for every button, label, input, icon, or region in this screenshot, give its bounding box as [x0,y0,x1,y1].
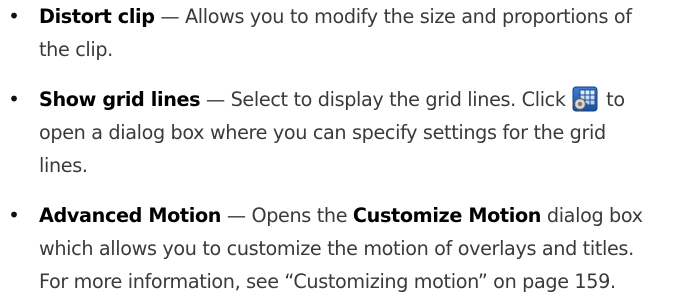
grid-settings-icon[interactable] [572,86,598,112]
item-line-1: Advanced Motion — Opens the Customize Mo… [39,199,699,232]
bullet-marker: • [8,203,20,227]
item-line-2: open a dialog box where you can specify … [39,121,606,144]
item-line-3: For more information, see “Customizing m… [39,270,616,293]
description-text: — Select to display the grid lines. Clic… [206,88,566,111]
item-line-3: lines. [39,154,88,177]
customize-motion-dialog-name: Customize Motion [352,204,542,227]
description-text: dialog box [546,204,643,227]
item-line-2: the clip. [39,38,113,61]
bullet-marker: • [8,87,20,111]
description-text: — Opens the [226,204,348,227]
description-text: — Allows you to modify the size and prop… [160,5,632,28]
term-distort-clip: Distort clip [39,5,155,28]
item-line-1: Show grid lines — Select to display the … [39,83,699,116]
bullet-marker: • [8,4,20,28]
term-advanced-motion: Advanced Motion [39,204,222,227]
description-text: to [606,88,625,111]
term-show-grid-lines: Show grid lines [39,88,201,111]
item-line-2: which allows you to customize the motion… [39,237,634,260]
item-line-1: Distort clip — Allows you to modify the … [39,0,699,33]
